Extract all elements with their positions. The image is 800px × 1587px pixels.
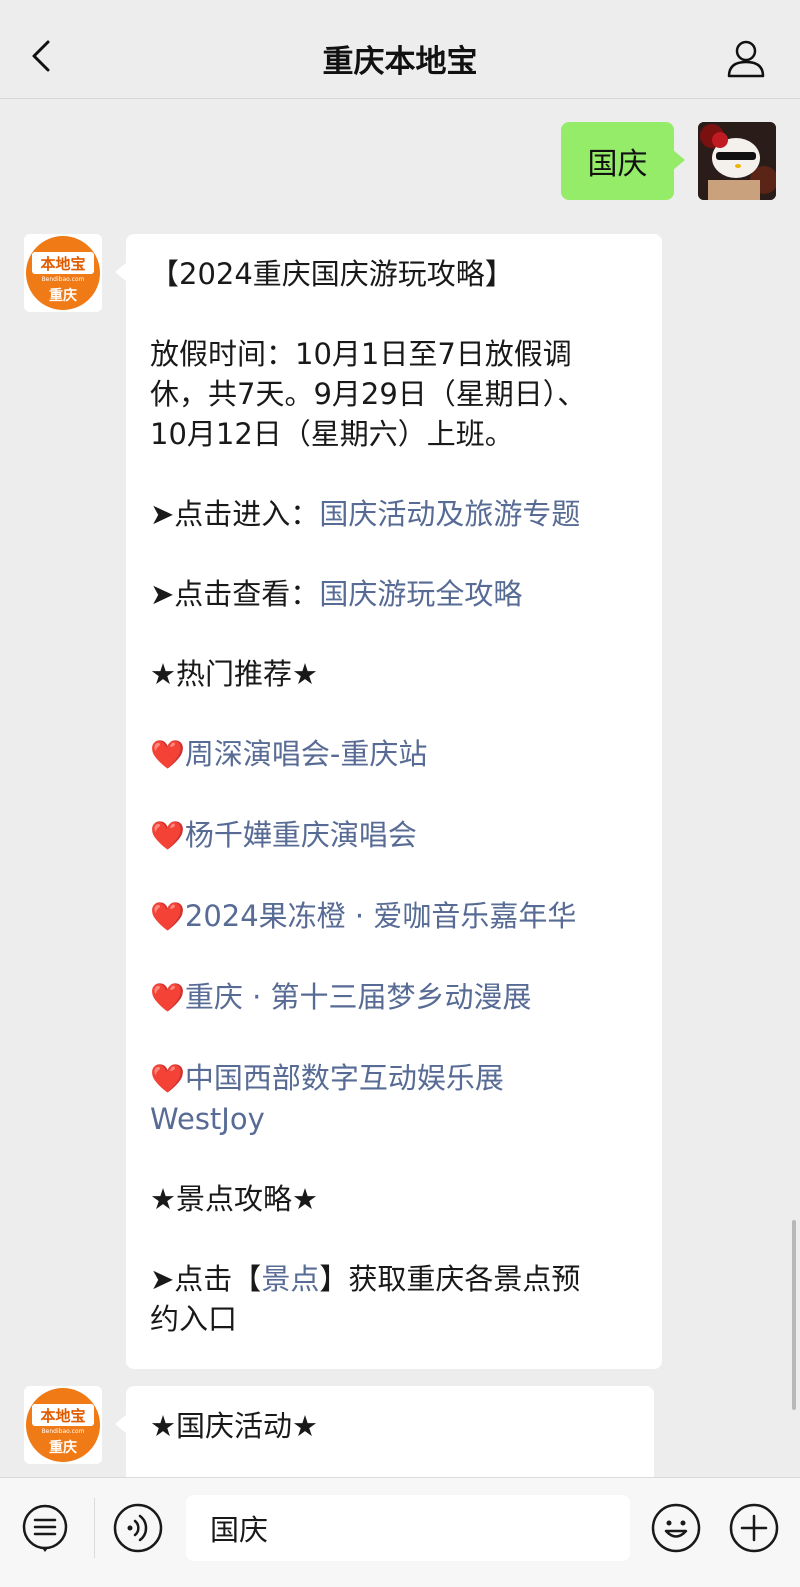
hot-item-link-continued[interactable]: WestJoy bbox=[150, 1099, 638, 1139]
svg-text:本地宝: 本地宝 bbox=[40, 1407, 85, 1425]
message-input[interactable]: 国庆 bbox=[186, 1495, 630, 1561]
hot-item-link[interactable]: 重庆 · 第十三届梦乡动漫展 bbox=[185, 980, 532, 1014]
hot-item-row: ❤️杨千嬅重庆演唱会 bbox=[150, 815, 638, 856]
spots-row: ➤点击【景点】获取重庆各景点预 bbox=[150, 1259, 638, 1299]
outgoing-message-text: 国庆 bbox=[587, 147, 648, 182]
spots-line-2: 约入口 bbox=[150, 1302, 238, 1336]
spots-suffix: 】获取重庆各景点预 bbox=[319, 1262, 581, 1296]
incoming-message-bubble[interactable]: 【2024重庆国庆游玩攻略】 放假时间：10月1日至7日放假调 休，共7天。9月… bbox=[115, 234, 662, 1369]
view-prefix: ➤点击查看： bbox=[150, 577, 320, 611]
hot-item-link[interactable]: 2024果冻橙 · 爱咖音乐嘉年华 bbox=[185, 899, 576, 933]
profile-icon[interactable] bbox=[724, 36, 768, 80]
view-guide-row: ➤点击查看：国庆游玩全攻略 bbox=[150, 574, 638, 614]
user-avatar-image bbox=[698, 122, 776, 200]
hot-item-row: ❤️重庆 · 第十三届梦乡动漫展 bbox=[150, 977, 638, 1018]
travel-guide-link[interactable]: 国庆游玩全攻略 bbox=[319, 577, 522, 611]
svg-text:Bendibao.com: Bendibao.com bbox=[42, 1428, 85, 1435]
national-day-activities-heading: ★国庆活动★ bbox=[150, 1409, 318, 1443]
hot-item-link[interactable]: 杨千嬅重庆演唱会 bbox=[185, 818, 417, 852]
voice-icon[interactable] bbox=[112, 1502, 164, 1554]
guide-title: 【2024重庆国庆游玩攻略】 bbox=[150, 257, 514, 291]
hot-item-row: ❤️中国西部数字互动娱乐展 bbox=[150, 1058, 638, 1099]
divider bbox=[94, 1498, 95, 1558]
spots-prefix: ➤点击【 bbox=[150, 1262, 262, 1296]
bendibao-logo: 本地宝 Bendibao.com 重庆 bbox=[26, 236, 100, 310]
scrollbar[interactable] bbox=[792, 1220, 796, 1410]
hot-item-row: ❤️周深演唱会-重庆站 bbox=[150, 734, 638, 775]
heart-icon: ❤️ bbox=[150, 1062, 185, 1095]
hot-item-link[interactable]: 周深演唱会-重庆站 bbox=[185, 737, 427, 771]
heart-icon: ❤️ bbox=[150, 738, 185, 771]
holiday-text-line-1: 放假时间：10月1日至7日放假调 bbox=[150, 337, 572, 371]
emoji-icon[interactable] bbox=[650, 1502, 702, 1554]
spots-link[interactable]: 景点 bbox=[261, 1262, 319, 1296]
heart-icon: ❤️ bbox=[150, 981, 185, 1014]
menu-list-icon[interactable] bbox=[20, 1502, 70, 1552]
spots-guide-heading: ★景点攻略★ bbox=[150, 1182, 318, 1216]
bot-avatar[interactable]: 本地宝 Bendibao.com 重庆 bbox=[24, 1386, 102, 1464]
hot-recommend-heading: ★热门推荐★ bbox=[150, 657, 318, 691]
holiday-text-line-2: 休，共7天。9月29日（星期日）、 bbox=[150, 377, 587, 411]
bot-avatar[interactable]: 本地宝 Bendibao.com 重庆 bbox=[24, 234, 102, 312]
chat-header: 重庆本地宝 bbox=[0, 0, 800, 99]
chat-area[interactable]: 国庆 本地宝 Bendibao.com 重庆 【2024重庆国庆游玩攻略】 放假… bbox=[0, 100, 800, 1477]
outgoing-message-bubble[interactable]: 国庆 bbox=[561, 122, 685, 200]
message-input-value: 国庆 bbox=[210, 1513, 269, 1547]
user-avatar[interactable] bbox=[698, 122, 776, 200]
svg-text:重庆: 重庆 bbox=[49, 287, 77, 304]
national-day-topic-link[interactable]: 国庆活动及旅游专题 bbox=[319, 497, 580, 531]
input-bar: 国庆 bbox=[0, 1477, 800, 1587]
heart-icon: ❤️ bbox=[150, 819, 185, 852]
enter-prefix: ➤点击进入： bbox=[150, 497, 320, 531]
chat-title: 重庆本地宝 bbox=[322, 44, 478, 80]
incoming-message-bubble[interactable]: ★国庆活动★ bbox=[115, 1386, 654, 1477]
enter-topic-row: ➤点击进入：国庆活动及旅游专题 bbox=[150, 494, 638, 534]
hot-item-row: ❤️2024果冻橙 · 爱咖音乐嘉年华 bbox=[150, 896, 638, 937]
heart-icon: ❤️ bbox=[150, 900, 185, 933]
holiday-text-line-3: 10月12日（星期六）上班。 bbox=[150, 417, 514, 451]
svg-text:Bendibao.com: Bendibao.com bbox=[42, 276, 85, 283]
hot-item-link[interactable]: 中国西部数字互动娱乐展 bbox=[185, 1061, 504, 1095]
bendibao-logo: 本地宝 Bendibao.com 重庆 bbox=[26, 1388, 100, 1462]
plus-icon[interactable] bbox=[728, 1502, 780, 1554]
svg-text:本地宝: 本地宝 bbox=[40, 255, 85, 273]
svg-text:重庆: 重庆 bbox=[49, 1439, 77, 1456]
